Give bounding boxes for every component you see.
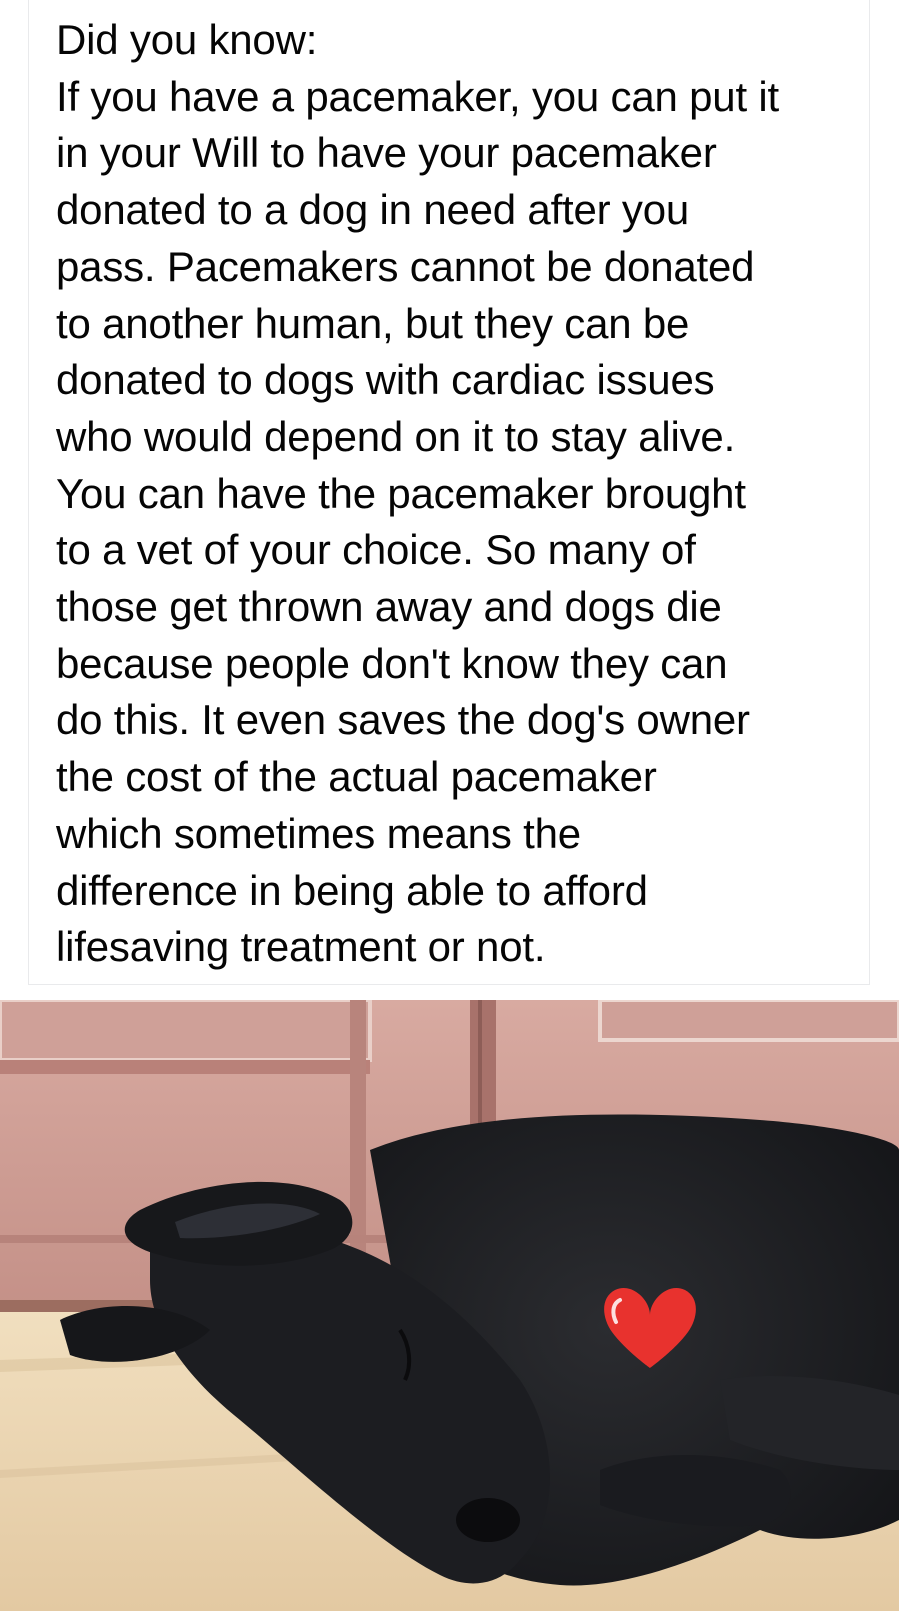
door-panel-right [598, 1000, 899, 1042]
dog-photo[interactable] [0, 1000, 899, 1611]
door-panel-left [0, 1000, 372, 1062]
post-card: Did you know: If you have a pacemaker, y… [28, 0, 870, 985]
dog-nose [456, 1498, 520, 1542]
post-text: Did you know: If you have a pacemaker, y… [56, 16, 779, 971]
